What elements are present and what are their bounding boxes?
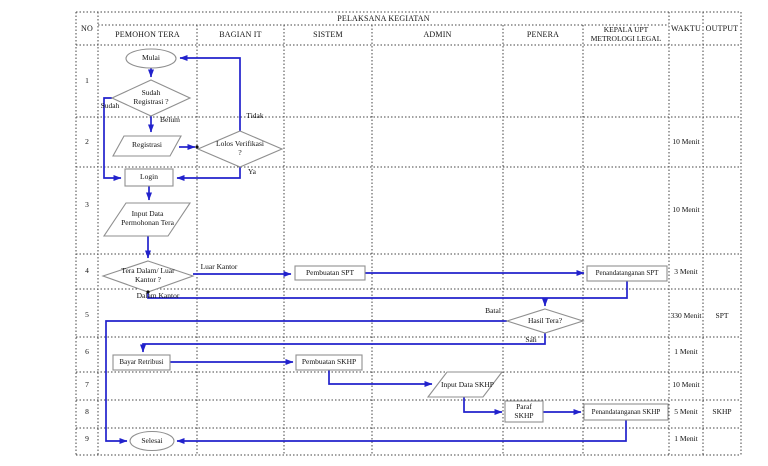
node-pembuatan-spt-label: Pembuatan SPT <box>305 267 355 277</box>
edge-label-sah: Sah <box>525 335 537 345</box>
output-value: SPT <box>715 310 729 320</box>
grid <box>75 11 742 456</box>
edge-label-belum: Belum <box>160 115 180 125</box>
node-input-permohonan-label: Input Data Permohonan Tera <box>121 209 174 227</box>
header-pelaksana-kegiatan: PELAKSANA KEGIATAN <box>337 13 430 23</box>
row-number: 9 <box>85 433 89 443</box>
header-no: NO <box>81 23 93 33</box>
edge-sah-to-bayarretribusi <box>140 333 546 353</box>
row-number: 2 <box>85 136 89 146</box>
output-value: SKHP <box>712 406 732 416</box>
edge-label-tidak: Tidak <box>246 111 264 121</box>
flowchart-page: NO PELAKSANA KEGIATAN PEMOHON TERA BAGIA… <box>0 0 768 466</box>
row-number: 4 <box>85 265 89 275</box>
header-output: OUTPUT <box>705 23 739 33</box>
row-number: 3 <box>85 199 89 209</box>
row-number: 1 <box>85 75 89 85</box>
edge-tidak-to-mulai <box>179 55 241 131</box>
node-penandatanganan-spt-label: Penandatanganan SPT <box>595 269 659 278</box>
header-kepala-upt: KEPALA UPT METROLOGI LEGAL <box>590 25 662 43</box>
edge-ttdskhp-to-selesai <box>176 420 627 444</box>
edge-label-batal: Batal <box>485 306 501 316</box>
waktu-value: 3 Menit <box>674 266 698 276</box>
node-login-label: Login <box>140 172 158 182</box>
edge-ya-to-login <box>176 167 241 181</box>
waktu-value: 330 Menit <box>670 310 702 320</box>
waktu-value: 5 Menit <box>674 406 698 416</box>
waktu-value: 10 Menit <box>672 136 700 146</box>
edge-ttdspt-down-line <box>545 281 628 299</box>
header-admin: ADMIN <box>423 30 452 40</box>
node-mulai-label: Mulai <box>142 53 160 63</box>
header-waktu: WAKTU <box>671 23 701 33</box>
node-lolos-verifikasi-label: Lolos Verifikasi ? <box>216 139 264 157</box>
node-bayar-retribusi-label: Bayar Retribusi <box>119 358 164 367</box>
header-pemohon-tera: PEMOHON TERA <box>115 30 180 40</box>
edge-label-sudah: Sudah <box>100 101 120 111</box>
row-number: 8 <box>85 406 89 416</box>
row-number: 5 <box>85 309 89 319</box>
node-registrasi-label: Registrasi <box>132 140 162 150</box>
edge-label-ya: Ya <box>248 167 256 177</box>
row-number: 7 <box>85 379 89 389</box>
diagram-canvas <box>75 11 742 456</box>
node-tera-dalam-luar-label: Tera Dalam/ Luar Kantor ? <box>121 266 175 284</box>
waktu-value: 1 Menit <box>674 433 698 443</box>
waktu-value: 10 Menit <box>672 204 700 214</box>
node-sudah-registrasi-label: Sudah Registrasi ? <box>133 88 169 106</box>
header-bagian-it: BAGIAN IT <box>219 30 262 40</box>
edge-label-dalam-kantor: Dalam Kantor <box>136 291 180 301</box>
row-number: 6 <box>85 346 89 356</box>
edge-inputskhp-to-parafskhp <box>463 397 503 415</box>
header-sistem: SISTEM <box>313 30 343 40</box>
edge-label-luar-kantor: Luar Kantor <box>200 262 238 272</box>
header-penera: PENERA <box>526 30 560 40</box>
node-pembuatan-skhp-label: Pembuatan SKHP <box>301 357 357 367</box>
node-penandatanganan-skhp-label: Penandatanganan SKHP <box>591 407 661 416</box>
node-selesai-label: Selesai <box>141 435 163 445</box>
edge-dalamkantor-line <box>147 292 545 299</box>
node-paraf-skhp-label: Paraf SKHP <box>514 402 534 420</box>
node-hasil-tera-label: Hasil Tera? <box>527 315 563 325</box>
waktu-value: 1 Menit <box>674 346 698 356</box>
node-input-data-skhp-label: Input Data SKHP <box>441 379 494 389</box>
waktu-value: 10 Menit <box>672 379 700 389</box>
